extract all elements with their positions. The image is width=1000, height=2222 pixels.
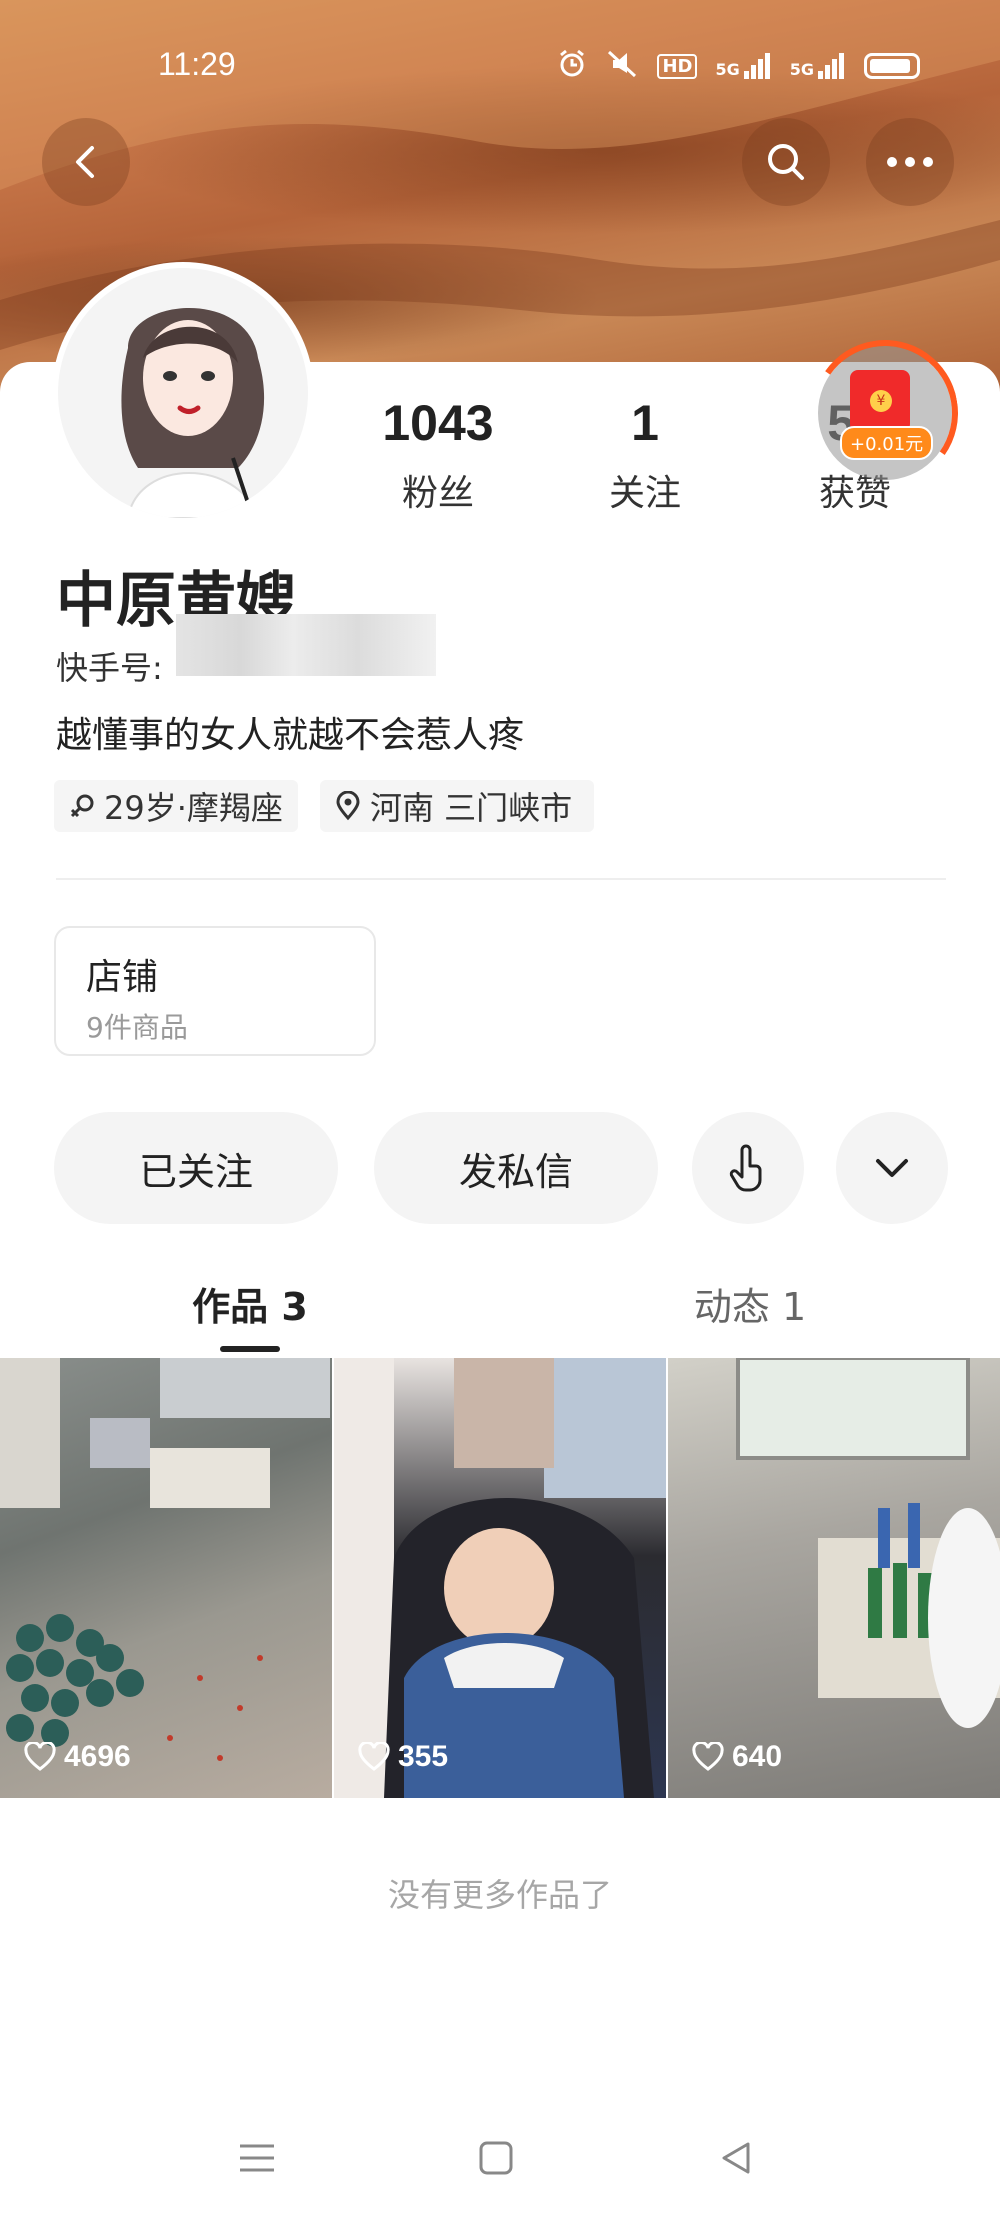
work-likes: 355 — [358, 1740, 448, 1774]
work-likes-count: 640 — [732, 1740, 783, 1773]
following-count: 1 — [631, 395, 659, 451]
more-button[interactable] — [866, 118, 954, 206]
back-triangle-icon[interactable] — [718, 2140, 754, 2176]
work-likes: 640 — [692, 1740, 782, 1774]
work-image-3 — [736, 1358, 1000, 1728]
location-tag: 河南 三门峡市 — [320, 780, 594, 832]
heart-icon — [692, 1742, 724, 1771]
no-more-works-text: 没有更多作品了 — [387, 1876, 612, 1914]
status-time: 11:29 — [158, 46, 236, 82]
avatar-illustration — [58, 268, 308, 518]
tab-moments[interactable]: 动态 1 — [650, 1276, 850, 1331]
red-packet-amount: +0.01元 — [840, 426, 934, 460]
work-likes-count: 355 — [398, 1740, 449, 1773]
avatar[interactable] — [58, 268, 308, 518]
system-nav-bar — [0, 2130, 1000, 2190]
followers-count: 1043 — [382, 395, 494, 451]
shop-title: 店铺 — [86, 957, 159, 998]
tab-works[interactable]: 作品 3 — [150, 1276, 350, 1331]
battery-icon — [864, 53, 920, 79]
5g-signal-icon: 5G — [790, 53, 846, 79]
work-thumbnail[interactable]: 640 — [668, 1358, 1000, 1798]
chevron-down-icon — [876, 1159, 908, 1177]
tab-active-indicator — [220, 1346, 280, 1352]
age-tag-text: 29岁·摩羯座 — [104, 789, 283, 827]
profile-bio: 越懂事的女人就越不会惹人疼 — [56, 715, 525, 756]
work-likes-count: 4696 — [64, 1740, 131, 1773]
stat-following[interactable]: 1 关注 — [590, 398, 700, 516]
mute-icon — [605, 48, 639, 84]
stat-followers[interactable]: 1043 粉丝 — [368, 398, 508, 516]
tap-button[interactable] — [692, 1112, 804, 1224]
heart-icon — [358, 1742, 390, 1771]
more-icon — [887, 157, 933, 167]
heart-icon — [24, 1742, 56, 1771]
shop-subtitle: 9件商品 — [86, 1011, 188, 1044]
status-icons: HD 5G 5G — [557, 48, 920, 84]
tap-hand-icon — [729, 1144, 762, 1192]
kuaishou-id-label: 快手号: — [56, 649, 163, 687]
red-packet-widget[interactable]: ¥ +0.01元 — [800, 328, 970, 498]
search-button[interactable] — [742, 118, 830, 206]
followers-label: 粉丝 — [401, 473, 474, 514]
hd-icon: HD — [657, 53, 698, 79]
work-image-2 — [334, 1358, 666, 1798]
menu-icon[interactable] — [238, 2142, 276, 2174]
followed-button[interactable]: 已关注 — [54, 1112, 338, 1224]
work-thumbnail[interactable]: 4696 — [0, 1358, 332, 1798]
kuaishou-id-blurred — [176, 614, 436, 676]
alarm-icon — [557, 48, 587, 84]
work-image-1 — [0, 1358, 330, 1761]
age-tag: 29岁·摩羯座 — [54, 780, 298, 832]
shop-card[interactable]: 店铺 9件商品 — [54, 926, 376, 1056]
5g-signal-icon: 5G — [715, 53, 771, 79]
work-likes: 4696 — [24, 1740, 131, 1774]
work-thumbnail[interactable]: 355 — [334, 1358, 666, 1798]
location-icon — [336, 791, 360, 821]
status-bar: 11:29 HD 5G 5G — [0, 40, 1000, 90]
back-button[interactable] — [42, 118, 130, 206]
home-square-icon[interactable] — [478, 2140, 514, 2176]
message-label: 发私信 — [458, 1149, 573, 1194]
back-arrow-icon — [76, 146, 94, 178]
coin-icon: ¥ — [870, 390, 892, 412]
message-button[interactable]: 发私信 — [374, 1112, 658, 1224]
followed-label: 已关注 — [138, 1149, 253, 1194]
location-tag-text: 河南 三门峡市 — [370, 789, 573, 827]
search-icon — [768, 144, 804, 180]
following-label: 关注 — [608, 473, 681, 514]
female-icon — [70, 794, 94, 818]
expand-button[interactable] — [836, 1112, 948, 1224]
divider — [56, 878, 946, 880]
